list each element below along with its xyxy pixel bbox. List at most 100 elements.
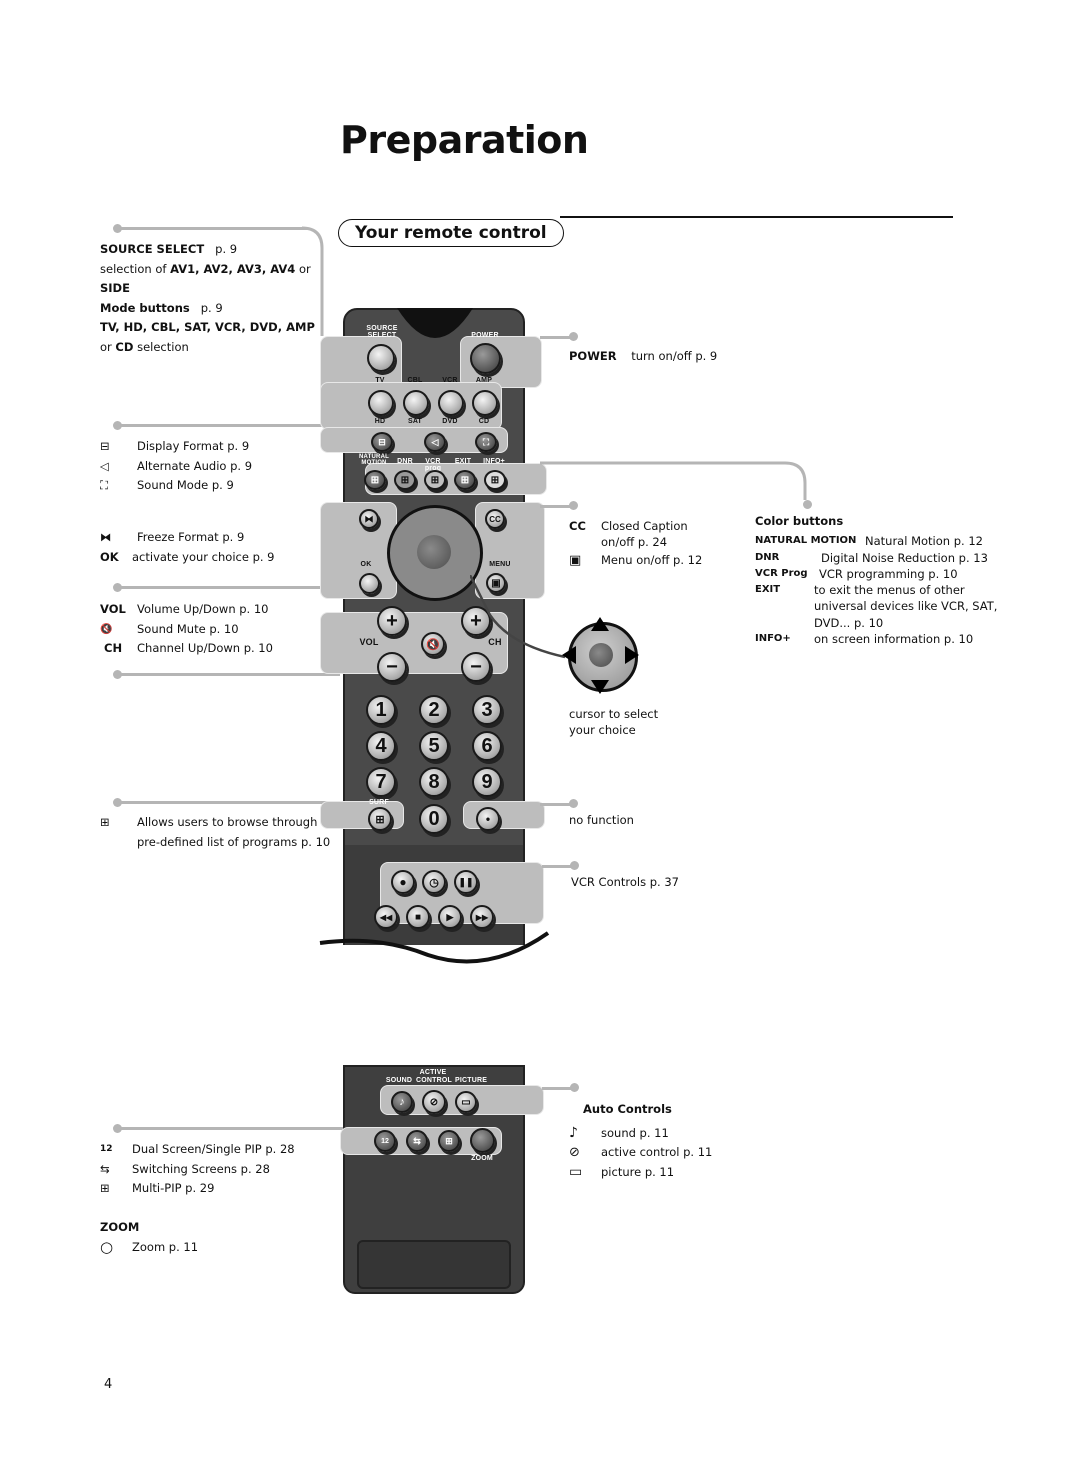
callout-line (540, 336, 570, 339)
ok-button[interactable] (359, 573, 380, 594)
natural-motion-button[interactable]: ⊞ (364, 470, 386, 490)
freeze-format-button[interactable]: ⧓ (359, 509, 379, 529)
picture-label: PICTURE (455, 1077, 488, 1084)
mode-label-dvd: DVD (442, 418, 458, 425)
cursor-pointer-line (470, 575, 566, 659)
timer-button[interactable]: ◷ (422, 870, 446, 894)
mode-button-tv-hd[interactable] (368, 390, 394, 416)
natural-motion-label: NATURAL MOTION (359, 454, 389, 466)
volume-down-button[interactable]: − (377, 652, 407, 682)
mode-button-amp-cd[interactable] (472, 390, 498, 416)
zoom-button[interactable] (470, 1128, 495, 1153)
power-button[interactable] (470, 343, 501, 374)
mode-label-tv: TV (375, 377, 385, 384)
source-select-desc: SOURCE SELECT p. 9 selection of AV1, AV2… (100, 242, 315, 354)
display-format-icon: ⊟ (100, 439, 110, 453)
info-label: INFO+ (483, 458, 505, 465)
digit-7-button[interactable]: 7 (366, 767, 396, 797)
cursor-center[interactable] (417, 535, 451, 569)
cc-button[interactable]: CC (485, 509, 505, 529)
callout-dot (569, 332, 578, 341)
menu-label: MENU (489, 561, 511, 568)
surf-button[interactable]: ⊞ (368, 807, 392, 831)
callout-dot (569, 799, 578, 808)
active-control-button[interactable]: ⊘ (422, 1090, 446, 1114)
source-select-label: SOURCE SELECT (366, 325, 398, 339)
color-buttons-desc: Color buttons NATURAL MOTION Natural Moti… (755, 514, 998, 647)
callout-line (118, 424, 340, 427)
dnr-button[interactable]: ⊞ (394, 470, 416, 490)
arrow-right-icon (625, 646, 639, 664)
color-buttons-curve (540, 461, 807, 500)
surf-label: SURF (369, 799, 389, 806)
sound-auto-button[interactable]: ♪ (391, 1091, 413, 1113)
active-control-icon: ⊘ (569, 1145, 580, 1160)
mode-button-vcr-dvd[interactable] (438, 390, 464, 416)
section-title: Your remote control (338, 219, 564, 247)
callout-line (118, 673, 340, 676)
freeze-ok-list: ⧓ Freeze Format p. 9 OK activate your choi… (100, 530, 275, 564)
remote-cut-wave (319, 931, 550, 964)
page-number: 4 (104, 1377, 113, 1392)
dot-button[interactable]: • (476, 807, 500, 831)
callout-dot (570, 1083, 579, 1092)
digit-4-button[interactable]: 4 (366, 731, 396, 761)
section-rule (560, 216, 953, 218)
digit-1-button[interactable]: 1 (366, 695, 396, 725)
mode-label-cbl: CBL (407, 377, 423, 384)
callout-dot (570, 861, 579, 870)
surf-icon: ⊞ (100, 815, 110, 829)
freeze-format-icon: ⧓ (100, 530, 112, 544)
alternate-audio-button[interactable]: ◁ (424, 432, 446, 452)
digit-2-button[interactable]: 2 (419, 695, 449, 725)
digit-3-button[interactable]: 3 (472, 695, 502, 725)
dual-screen-icon: 12 (100, 1144, 113, 1154)
mute-button[interactable]: 🔇 (421, 632, 445, 656)
mode-button-cbl-sat[interactable] (403, 390, 429, 416)
mode-label-sat: SAT (407, 418, 423, 425)
callout-line (540, 803, 570, 806)
menu-icon: ▣ (569, 553, 582, 569)
sound-mode-icon: ⛶ (100, 478, 109, 492)
vcr-prog-button[interactable]: ⊞ (424, 470, 446, 490)
switching-screens-icon: ⇆ (100, 1161, 110, 1176)
mode-label-hd: HD (374, 418, 386, 425)
callout-line (118, 801, 340, 804)
surf-desc: ⊞ Allows users to browse through pre-defi… (100, 815, 331, 849)
callout-dot (803, 500, 812, 509)
mode-label-vcr: VCR (442, 377, 458, 384)
pause-button[interactable]: ❚❚ (454, 870, 478, 894)
digit-5-button[interactable]: 5 (419, 731, 449, 761)
vol-label: VOL (359, 637, 379, 647)
callout-line (118, 227, 308, 230)
digit-8-button[interactable]: 8 (419, 767, 449, 797)
display-format-button[interactable]: ⊟ (371, 432, 393, 452)
arrow-left-icon (562, 646, 576, 664)
ok-label: OK (360, 561, 372, 568)
dnr-label: DNR (397, 458, 413, 465)
volume-list: VOL Volume Up/Down p. 10 🔇 Sound Mute p. 1… (100, 602, 273, 655)
volume-up-button[interactable]: + (377, 606, 407, 636)
page-title: Preparation (340, 118, 589, 162)
callout-dot (569, 501, 578, 510)
sound-mode-button[interactable]: ⛶ (475, 432, 497, 452)
callout-line (118, 1127, 343, 1130)
auto-controls-desc: Auto Controls ♪ sound p. 11 ⊘ active contr… (569, 1100, 712, 1182)
digit-9-button[interactable]: 9 (472, 767, 502, 797)
picture-auto-button[interactable]: ▭ (455, 1091, 477, 1113)
switching-screens-button[interactable]: ⇆ (406, 1130, 428, 1152)
arrow-down-icon (591, 680, 609, 694)
info-button[interactable]: ⊞ (484, 470, 506, 490)
arrow-up-icon (591, 617, 609, 631)
record-button[interactable]: ● (391, 870, 415, 894)
mode-label-cd: CD (478, 418, 490, 425)
multi-pip-button[interactable]: ⊞ (438, 1130, 460, 1152)
active-label: ACTIVE (419, 1069, 447, 1076)
dual-screen-button[interactable]: 12 (374, 1130, 396, 1152)
exit-button[interactable]: ⊞ (454, 470, 476, 490)
vcr-controls-desc: VCR Controls p. 37 (571, 875, 680, 889)
digit-0-button[interactable]: 0 (419, 804, 449, 834)
zoom-label: ZOOM (471, 1155, 493, 1162)
source-select-button[interactable] (367, 344, 395, 372)
digit-6-button[interactable]: 6 (472, 731, 502, 761)
